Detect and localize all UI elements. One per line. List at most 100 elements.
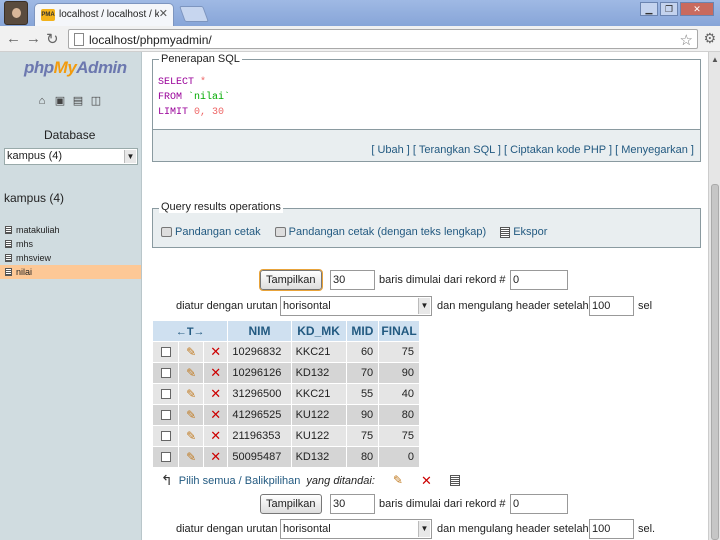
bulk-export-icon[interactable] <box>449 474 460 486</box>
scroll-up-icon[interactable]: ▲ <box>711 55 719 64</box>
row-checkbox[interactable] <box>151 383 180 405</box>
new-tab-button[interactable] <box>179 6 209 22</box>
back-icon[interactable]: ← <box>6 30 21 47</box>
edit-icon[interactable]: ✎ <box>178 446 204 468</box>
print-view-link[interactable]: Pandangan cetak <box>161 226 261 238</box>
edit-icon[interactable]: ✎ <box>178 404 204 426</box>
browser-toolbar: ← → ↻ localhost/phpmyadmin/ ☆ ⚙ <box>0 26 720 52</box>
export-link[interactable]: Ekspor <box>500 226 547 238</box>
sql-docs-icon[interactable]: ◫ <box>90 95 102 108</box>
print-view-full-link[interactable]: Pandangan cetak (dengan teks lengkap) <box>274 226 486 238</box>
forward-icon[interactable]: → <box>26 30 41 47</box>
phpmyadmin-logo[interactable]: phpMyAdmin <box>24 58 127 78</box>
checkbox[interactable] <box>160 431 171 442</box>
close-window-icon[interactable]: ✕ <box>680 2 714 16</box>
sql-action-links[interactable]: [ Ubah ] [ Terangkan SQL ] [ Ciptakan ko… <box>371 144 694 156</box>
delete-icon[interactable]: ✕ <box>202 404 229 426</box>
logo-php: php <box>24 58 54 77</box>
row-checkbox[interactable] <box>151 404 180 426</box>
table-item-label: mhsview <box>16 253 52 263</box>
qro-legend: Query results operations <box>159 201 283 213</box>
table-item-label: mhs <box>16 239 34 249</box>
row-checkbox[interactable] <box>151 446 180 468</box>
delete-icon[interactable]: ✕ <box>202 425 229 447</box>
show-button[interactable]: Tampilkan <box>259 269 323 291</box>
left-navigation-frame: phpMyAdmin ⌂ ▣ ▤ ◫ Database kampus (4) ▼… <box>0 52 142 540</box>
sidebar-item-mhsview[interactable]: mhsview <box>0 251 141 265</box>
vertical-scrollbar[interactable]: ▲ <box>708 52 720 540</box>
delete-icon[interactable]: ✕ <box>202 446 229 468</box>
start-record-input-bottom[interactable]: 0 <box>510 494 568 514</box>
checkbox[interactable] <box>160 389 171 400</box>
checkbox[interactable] <box>160 452 171 463</box>
chevron-down-icon: ▼ <box>124 150 136 163</box>
repeat-header-input[interactable]: 100 <box>589 296 634 316</box>
column-header-nim[interactable]: NIM <box>227 320 292 342</box>
table-item-label: matakuliah <box>16 225 60 235</box>
cell-nim: 10296126 <box>227 362 292 384</box>
user-avatar[interactable] <box>4 1 28 25</box>
check-all-link[interactable]: Pilih semua / Balikpilihan <box>179 475 301 487</box>
scroll-thumb[interactable] <box>711 184 719 540</box>
docs-icon[interactable]: ▤ <box>72 95 84 108</box>
chevron-down-icon: ▼ <box>418 298 430 314</box>
table-item-label: nilai <box>16 267 33 277</box>
column-arrows[interactable]: ←T→ <box>151 320 229 342</box>
sidebar-item-mhs[interactable]: mhs <box>0 237 141 251</box>
home-icon[interactable]: ⌂ <box>36 95 48 108</box>
rows-input-bottom[interactable]: 30 <box>330 494 375 514</box>
row-checkbox[interactable] <box>151 341 180 363</box>
repeat-label-bottom: dan mengulang header setelah <box>437 523 589 535</box>
database-select[interactable]: kampus (4) ▼ <box>4 148 138 165</box>
delete-icon[interactable]: ✕ <box>202 383 229 405</box>
sidebar-item-matakuliah[interactable]: matakuliah <box>0 223 141 237</box>
edit-icon[interactable]: ✎ <box>178 425 204 447</box>
row-checkbox[interactable] <box>151 425 180 447</box>
wrench-menu-icon[interactable]: ⚙ <box>703 30 716 47</box>
cell-final: 75 <box>378 425 420 447</box>
address-bar[interactable]: localhost/phpmyadmin/ ☆ <box>68 29 698 49</box>
bulk-delete-icon[interactable]: ✕ <box>421 473 432 489</box>
start-record-input[interactable]: 0 <box>510 270 568 290</box>
edit-icon[interactable]: ✎ <box>178 383 204 405</box>
database-label: Database <box>44 128 96 142</box>
row-checkbox[interactable] <box>151 362 180 384</box>
cell-nim: 21196353 <box>227 425 292 447</box>
display-mode-select-bottom[interactable]: horisontal ▼ <box>280 519 432 539</box>
delete-icon[interactable]: ✕ <box>202 341 229 363</box>
query-window-icon[interactable]: ▣ <box>54 95 66 108</box>
minimize-icon[interactable]: ▁ <box>640 2 658 16</box>
cell-final: 0 <box>378 446 420 468</box>
table-header-row: ←T→ NIM KD_MK MID FINAL <box>151 320 420 342</box>
delete-icon[interactable]: ✕ <box>202 362 229 384</box>
checkbox[interactable] <box>160 347 171 358</box>
repeat-header-input-bottom[interactable]: 100 <box>589 519 634 539</box>
with-selected-label: yang ditandai: <box>306 474 375 487</box>
sql-text: 0, 30 <box>188 107 225 118</box>
table-icon <box>5 226 12 234</box>
bookmark-star-icon[interactable]: ☆ <box>680 31 693 49</box>
database-title[interactable]: kampus (4) <box>4 191 64 205</box>
checkbox[interactable] <box>160 368 171 379</box>
rows-input[interactable]: 30 <box>330 270 375 290</box>
edit-icon[interactable]: ✎ <box>178 362 204 384</box>
column-header-final[interactable]: FINAL <box>378 320 420 342</box>
rows-label: baris dimulai dari rekord # <box>379 274 506 286</box>
check-all-row: ↰ Pilih semua / Balikpilihan yang ditand… <box>161 472 460 489</box>
export-icon <box>500 226 511 238</box>
show-button-bottom[interactable]: Tampilkan <box>260 494 322 514</box>
restore-icon[interactable]: ❐ <box>660 2 678 16</box>
edit-icon[interactable]: ✎ <box>178 341 204 363</box>
checkbox[interactable] <box>160 410 171 421</box>
column-header-mid[interactable]: MID <box>345 320 380 342</box>
red-x-icon: ✕ <box>210 449 222 464</box>
column-header-kd-mk[interactable]: KD_MK <box>290 320 347 342</box>
tab-close-icon[interactable]: ✕ <box>159 7 168 20</box>
bulk-edit-icon[interactable]: ✎ <box>393 473 403 489</box>
corner-arrow-icon: ↰ <box>161 472 173 488</box>
sql-select-line: SELECT * <box>158 77 206 88</box>
display-mode-select[interactable]: horisontal ▼ <box>280 296 432 316</box>
reload-icon[interactable]: ↻ <box>46 30 59 48</box>
browser-tab[interactable]: PMA localhost / localhost / kampus ✕ <box>34 3 174 26</box>
sidebar-item-nilai[interactable]: nilai <box>0 265 141 279</box>
